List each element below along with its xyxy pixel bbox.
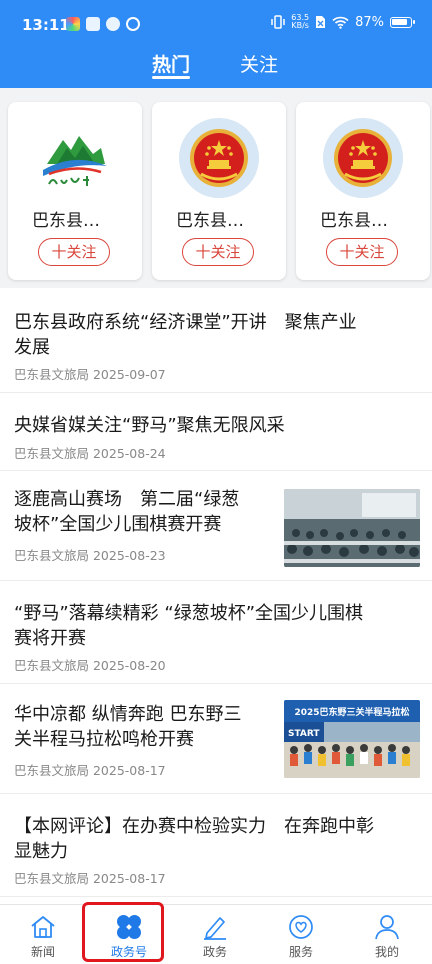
app-notification-icon: [66, 17, 80, 31]
news-meta: 巴东县文旅局 2025-09-07: [14, 367, 166, 382]
top-tabs: 热门 关注: [0, 48, 432, 88]
account-card[interactable]: 巴东县… 十关注: [296, 102, 430, 280]
account-name: 巴东县…: [320, 211, 388, 231]
heart-hand-icon: [289, 915, 313, 939]
notification-icons: [66, 17, 140, 31]
account-name: 巴东县…: [176, 211, 244, 231]
house-icon: [31, 916, 55, 938]
news-title: “野马”落幕续精彩 “绿葱坡杯”全国少儿围棋 赛将开赛: [14, 601, 363, 651]
nav-item-mine[interactable]: 我的: [344, 905, 430, 964]
news-item[interactable]: 巴东县政府系统“经济课堂”开讲 聚焦产业 发展 巴东县文旅局 2025-09-0…: [0, 290, 432, 393]
highlight-annotation-box: [82, 902, 164, 962]
news-title: 华中凉都 纵情奔跑 巴东野三 关半程马拉松鸣枪开赛: [14, 702, 241, 752]
account-name: 巴东县…: [32, 211, 100, 231]
wifi-icon: [332, 16, 349, 29]
nav-label: 我的: [374, 945, 399, 959]
news-thumbnail: 2025巴东野三关半程马拉松 START: [284, 700, 420, 778]
user-icon: [375, 915, 399, 940]
no-sim-icon: [316, 16, 326, 28]
status-right: 63.5 KB/s 87%: [271, 14, 415, 30]
marathon-start-text: START: [288, 729, 320, 739]
top-header: 13:11 63.5 KB/s 87% 热门 关注: [0, 0, 432, 88]
news-meta: 巴东县文旅局 2025-08-17: [14, 871, 166, 886]
battery-percent: 87%: [355, 14, 384, 30]
nav-item-gov-affairs[interactable]: 政务: [172, 905, 258, 964]
news-title-line: 【本网评论】在办赛中检验实力 在奔跑中彰: [14, 816, 374, 837]
follow-button[interactable]: 十关注: [38, 238, 110, 266]
pen-icon: [204, 917, 226, 940]
news-meta: 巴东县文旅局 2025-08-20: [14, 658, 166, 673]
news-title: 【本网评论】在办赛中检验实力 在奔跑中彰 显魅力: [14, 814, 374, 864]
active-tab-indicator: [152, 76, 190, 79]
news-title-line: 巴东县政府系统“经济课堂”开讲 聚焦产业: [14, 312, 357, 333]
news-title: 央媒省媒关注“野马”聚焦无限风采: [14, 415, 285, 436]
national-emblem-icon: [179, 118, 259, 198]
news-meta: 巴东县文旅局 2025-08-17: [14, 763, 166, 778]
news-title: 逐鹿高山赛场 第二届“绿葱 坡杯”全国少儿围棋赛开赛: [14, 487, 239, 537]
marathon-banner-text: 2025巴东野三关半程马拉松: [294, 706, 409, 718]
news-title-line: 关半程马拉松鸣枪开赛: [14, 729, 194, 750]
status-time: 13:11: [22, 16, 70, 34]
calendar-notification-icon: [86, 17, 100, 31]
news-meta: 巴东县文旅局 2025-08-24: [14, 446, 166, 461]
news-title-line: 赛将开赛: [14, 628, 86, 649]
follow-button[interactable]: 十关注: [182, 238, 254, 266]
national-emblem-icon: [323, 118, 403, 198]
recommended-accounts: 巴东县… 十关注 巴东县… 十关注 巴东县… 十关注: [0, 88, 432, 288]
news-title-line: 坡杯”全国少儿围棋赛开赛: [14, 514, 222, 535]
news-title-line: “野马”落幕续精彩 “绿葱坡杯”全国少儿围棋: [14, 603, 364, 624]
badong-tourism-logo-icon: [35, 118, 115, 198]
nav-label: 政务: [202, 945, 227, 959]
bottom-nav: 新闻 政务号 政务 服务 我的: [0, 904, 432, 964]
weibo-notification-icon: [106, 17, 120, 31]
news-title: 巴东县政府系统“经济课堂”开讲 聚焦产业 发展: [14, 310, 357, 360]
network-speed-unit: KB/s: [291, 21, 309, 30]
link-notification-icon: [126, 17, 140, 31]
news-title-line: 华中凉都 纵情奔跑 巴东野三: [14, 704, 242, 725]
news-item[interactable]: 逐鹿高山赛场 第二届“绿葱 坡杯”全国少儿围棋赛开赛 巴东县文旅局 2025-0…: [0, 471, 432, 581]
status-bar: 13:11 63.5 KB/s 87%: [0, 0, 432, 44]
battery-icon: [390, 16, 415, 28]
network-speed: 63.5 KB/s: [291, 14, 309, 30]
nav-item-service[interactable]: 服务: [258, 905, 344, 964]
news-item[interactable]: 【本网评论】在办赛中检验实力 在奔跑中彰 显魅力 巴东县文旅局 2025-08-…: [0, 794, 432, 897]
account-card[interactable]: 巴东县… 十关注: [152, 102, 286, 280]
nav-item-news[interactable]: 新闻: [0, 905, 86, 964]
news-item[interactable]: 华中凉都 纵情奔跑 巴东野三 关半程马拉松鸣枪开赛 巴东县文旅局 2025-08…: [0, 684, 432, 794]
nav-label: 服务: [288, 945, 313, 959]
news-item[interactable]: “野马”落幕续精彩 “绿葱坡杯”全国少儿围棋 赛将开赛 巴东县文旅局 2025-…: [0, 581, 432, 684]
tab-hot[interactable]: 热门: [152, 50, 190, 77]
tab-follow[interactable]: 关注: [240, 50, 278, 77]
follow-button[interactable]: 十关注: [326, 238, 398, 266]
vibrate-icon: [271, 15, 286, 29]
news-meta: 巴东县文旅局 2025-08-23: [14, 548, 166, 563]
news-item[interactable]: 央媒省媒关注“野马”聚焦无限风采 巴东县文旅局 2025-08-24: [0, 393, 432, 471]
news-title-line: 发展: [14, 337, 50, 358]
news-thumbnail: [284, 489, 420, 567]
nav-label: 新闻: [30, 945, 55, 959]
account-card[interactable]: 巴东县… 十关注: [8, 102, 142, 280]
news-title-line: 显魅力: [14, 841, 68, 862]
news-title-line: 逐鹿高山赛场 第二届“绿葱: [14, 489, 240, 510]
